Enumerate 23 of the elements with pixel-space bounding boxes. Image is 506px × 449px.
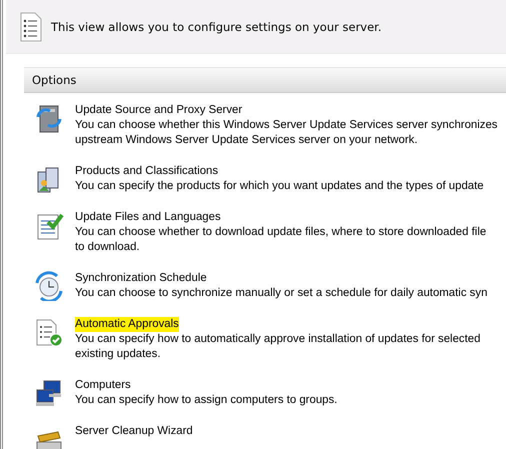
option-link[interactable]: Server Cleanup Wizard	[75, 424, 193, 439]
clock-arrows-icon	[34, 271, 64, 301]
option-link[interactable]: Automatic Approvals	[75, 317, 179, 332]
option-description: upstream Windows Server Update Services server on your network.	[75, 133, 418, 148]
option-description: You can specify the products for which you want updates and the types of update	[75, 179, 484, 194]
option-link[interactable]: Update Files and Languages	[75, 210, 221, 225]
option-description: existing updates.	[75, 347, 160, 362]
checklist-icon	[34, 317, 64, 347]
option-link[interactable]: Computers	[75, 378, 131, 393]
option-description: You can choose whether this Windows Server Update Services server synchronizes	[75, 118, 498, 133]
option-description: to download.	[75, 240, 140, 255]
server-icon	[34, 103, 64, 133]
computers-icon	[34, 378, 64, 408]
list-document-icon	[20, 12, 42, 42]
option-link[interactable]: Synchronization Schedule	[75, 271, 207, 286]
option-link[interactable]: Products and Classifications	[75, 164, 218, 179]
option-description: You can choose to synchronize manually or set a schedule for daily automatic syn	[75, 286, 488, 301]
option-description: You can specify how to assign computers to groups.	[75, 393, 338, 408]
option-description: You can choose whether to download update files, where to store downloaded file	[75, 225, 486, 240]
option-link[interactable]: Update Source and Proxy Server	[75, 103, 242, 118]
option-description: You can specify how to automatically approve installation of updates for selected	[75, 332, 480, 347]
options-header: Options	[24, 68, 506, 93]
banner-text: This view allows you to configure settings on your server.	[51, 20, 382, 34]
